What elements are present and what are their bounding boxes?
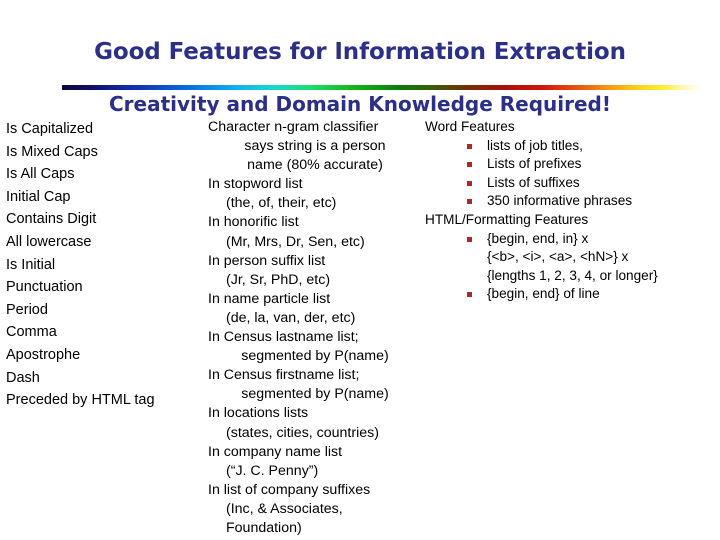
left-feature-item: Is Mixed Caps [6,143,98,160]
middle-feature-group: In list of company suffixes (Inc, & Assoc… [208,481,422,538]
left-feature-item: Apostrophe [6,346,81,363]
middle-feature-detail: segmented by P(name) [241,386,389,403]
left-feature-item: Comma [6,324,57,341]
right-section-head: HTML/Formatting Features [425,211,589,227]
square-bullet-icon [467,199,472,205]
middle-feature-group: In name particle list (de, la, van, der, … [208,290,422,328]
right-bullet-line: Lists of prefixes [487,156,582,172]
middle-feature-head: In company name list [208,443,343,460]
right-bullet-line: lists of job titles, [487,137,583,153]
right-bullet-line: 350 informative phrases [487,193,633,209]
right-bullet-line: {lengths 1, 2, 3, 4, or longer} [487,267,658,283]
left-feature-item: Period [6,301,48,318]
middle-feature-head: In Census lastname list; [208,329,359,346]
square-bullet-icon [467,162,472,168]
middle-feature-detail: (Inc, & Associates, [226,500,343,517]
right-feature-section: HTML/Formatting Features {begin, end, in}… [425,211,717,304]
middle-feature-head: In locations lists [208,405,309,422]
right-bullet-item: {begin, end} of line [425,285,717,304]
left-feature-item: Punctuation [6,279,83,296]
middle-feature-group: In honorific list (Mr, Mrs, Dr, Sen, etc) [208,213,422,251]
left-feature-item: Preceded by HTML tag [6,392,155,409]
right-bullet-line: Lists of suffixes [487,174,580,190]
middle-feature-detail: Foundation) [226,519,302,536]
middle-feature-detail: says string is a person [244,138,386,155]
right-feature-section: Word Features lists of job titles, Lists o… [425,118,717,211]
middle-feature-head: In honorific list [208,214,299,231]
content-columns: Is Capitalized Is Mixed Caps Is All Caps In… [0,118,720,540]
middle-feature-head: In name particle list [208,290,331,307]
middle-feature-detail: (“J. C. Penny”) [226,462,319,479]
middle-feature-detail: (Mr, Mrs, Dr, Sen, etc) [226,233,365,250]
right-bullet-item: {begin, end, in} x {<b>, <i>, <a>, <hN>} … [425,230,717,286]
slide-title: Good Features for Information Extraction [94,39,626,65]
middle-feature-group: In Census firstname list; segmented by P(… [208,366,422,404]
left-feature-item: Is Initial [6,256,56,273]
right-column: Word Features lists of job titles, Lists o… [425,118,717,304]
left-feature-item: Dash [6,369,40,386]
left-feature-item: Initial Cap [6,188,71,205]
slide-subtitle: Creativity and Domain Knowledge Required… [109,92,611,116]
left-feature-item: Is All Caps [6,166,75,183]
title-block: Good Features for Information Extraction [0,38,720,66]
right-bullet-item: 350 informative phrases [425,192,717,211]
middle-feature-head: In list of company suffixes [208,481,371,498]
middle-feature-head: In Census firstname list; [208,367,360,384]
square-bullet-icon [467,236,472,242]
middle-feature-detail: name (80% accurate) [247,157,383,174]
right-bullet-item: Lists of prefixes [425,155,717,174]
right-bullet-item: lists of job titles, [425,137,717,156]
middle-feature-detail: (Jr, Sr, PhD, etc) [226,271,331,288]
square-bullet-icon [467,180,472,186]
right-section-head: Word Features [425,119,515,134]
middle-feature-head: In stopword list [208,176,303,193]
right-bullet-line: {begin, end} of line [487,286,600,302]
left-column: Is Capitalized Is Mixed Caps Is All Caps In… [6,118,202,412]
square-bullet-icon [467,292,472,298]
middle-feature-detail: segmented by P(name) [241,348,389,365]
middle-column: Character n-gram classifier says string i… [208,118,422,538]
middle-feature-group: In person suffix list (Jr, Sr, PhD, etc) [208,252,422,290]
middle-feature-group: In stopword list (the, of, their, etc) [208,175,422,213]
square-bullet-icon [467,143,472,149]
right-bullet-line: {begin, end, in} x [487,230,589,246]
middle-feature-group: In locations lists (states, cities, count… [208,404,422,442]
right-bullet-line: {<b>, <i>, <a>, <hN>} x [487,249,629,265]
middle-feature-detail: (the, of, their, etc) [226,195,337,212]
left-feature-item: All lowercase [6,233,92,250]
right-bullet-item: Lists of suffixes [425,174,717,193]
middle-feature-head: In person suffix list [208,252,326,269]
middle-feature-detail: (states, cities, countries) [226,424,379,441]
middle-feature-head: Character n-gram classifier [208,119,379,135]
middle-feature-group: In Census lastname list; segmented by P(n… [208,328,422,366]
rainbow-divider [62,85,702,90]
middle-feature-detail: (de, la, van, der, etc) [226,309,356,326]
left-feature-item: Is Capitalized [6,121,94,137]
middle-feature-group: In company name list (“J. C. Penny”) [208,443,422,481]
middle-feature-group: Character n-gram classifier says string i… [208,118,422,175]
left-feature-item: Contains Digit [6,211,97,228]
